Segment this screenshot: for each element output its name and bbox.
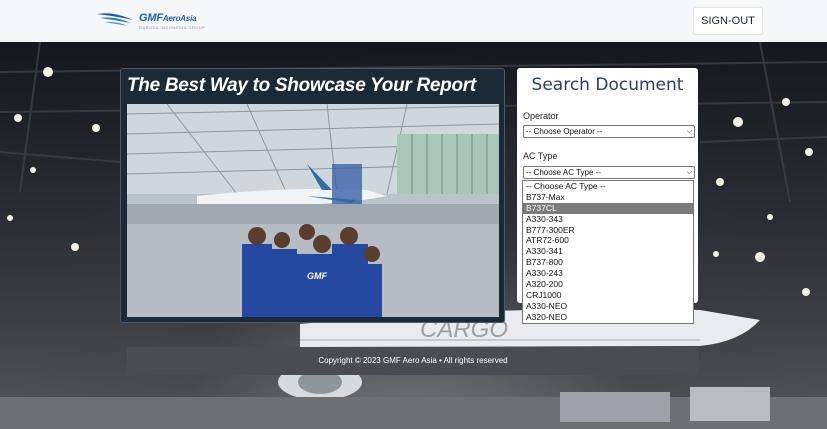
- dropdown-option[interactable]: B737-800: [523, 257, 693, 268]
- showcase-panel: The Best Way to Showcase Your Report GMF: [120, 68, 505, 323]
- dropdown-option[interactable]: -- Choose AC Type --: [523, 181, 693, 192]
- dropdown-option-highlighted[interactable]: B737CL: [523, 202, 693, 214]
- gmf-logo[interactable]: GMFAeroAsia GARUDA INDONESIA GROUP: [95, 8, 205, 32]
- hangar-team-photo: GMF: [127, 104, 499, 317]
- footer-bar: Copyright © 2023 GMF Aero Asia • All rig…: [127, 347, 699, 375]
- ac-type-label: AC Type: [523, 151, 558, 161]
- uniform-badge-text: GMF: [307, 271, 327, 281]
- chevron-down-icon: ⌵: [686, 169, 692, 176]
- dropdown-option[interactable]: A320-NEO: [523, 312, 693, 323]
- logo-suffix: AeroAsia: [162, 14, 197, 23]
- operator-label: Operator: [523, 111, 559, 121]
- dropdown-option[interactable]: A330-NEO: [523, 301, 693, 312]
- dropdown-option[interactable]: A330-341: [523, 246, 693, 257]
- hangar-photo-illustration: GMF: [127, 104, 499, 317]
- operator-select[interactable]: -- Choose Operator -- ⌵: [523, 125, 695, 138]
- dropdown-option[interactable]: B777-300ER: [523, 225, 693, 236]
- ac-type-select[interactable]: -- Choose AC Type -- ⌵: [523, 166, 695, 179]
- ac-type-dropdown-list[interactable]: -- Choose AC Type -- B737-Max B737CL A33…: [522, 180, 694, 324]
- search-panel-title: Search Document: [531, 75, 684, 95]
- sign-out-button[interactable]: SIGN-OUT: [693, 7, 763, 35]
- operator-select-value: -- Choose Operator --: [526, 127, 603, 136]
- logo-tagline: GARUDA INDONESIA GROUP: [139, 25, 206, 30]
- logo-main: GMF: [139, 12, 163, 24]
- dropdown-option[interactable]: B737-Max: [523, 192, 693, 203]
- logo-wordmark: GMFAeroAsia: [139, 12, 197, 24]
- ac-type-select-value: -- Choose AC Type --: [526, 168, 601, 177]
- dropdown-option[interactable]: ATR72-600: [523, 235, 693, 246]
- top-navbar: GMFAeroAsia GARUDA INDONESIA GROUP SIGN-…: [0, 0, 827, 43]
- showcase-title: The Best Way to Showcase Your Report: [127, 75, 476, 96]
- dropdown-option[interactable]: A320-200: [523, 279, 693, 290]
- dropdown-option[interactable]: A330-243: [523, 268, 693, 279]
- dropdown-option[interactable]: A330-343: [523, 214, 693, 225]
- gmf-wing-logo-icon: [97, 13, 133, 26]
- chevron-down-icon: ⌵: [686, 128, 692, 135]
- copyright-text: Copyright © 2023 GMF Aero Asia • All rig…: [318, 356, 508, 365]
- dropdown-option[interactable]: CRJ1000: [523, 290, 693, 301]
